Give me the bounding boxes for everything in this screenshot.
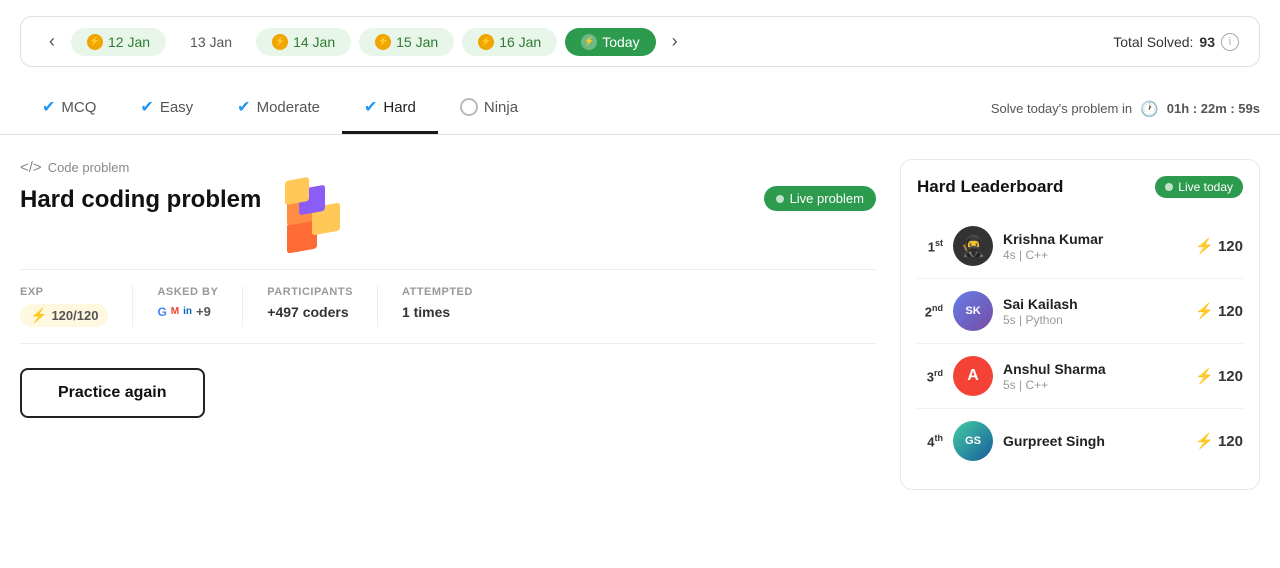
avatar-4: GS	[953, 421, 993, 461]
avatar-1: 🥷	[953, 226, 993, 266]
live-today-badge: Live today	[1155, 176, 1243, 198]
problem-title-area: Hard coding problem	[20, 186, 347, 251]
problem-title: Hard coding problem	[20, 186, 261, 214]
total-solved: Total Solved: 93 i	[1113, 33, 1239, 51]
lb-entry-3: 3rd A Anshul Sharma 5s | C++ ⚡ 120	[917, 344, 1243, 409]
coin-icon-jan12: ⚡	[87, 34, 103, 50]
lb-score-3: ⚡ 120	[1195, 367, 1243, 385]
date-item-today[interactable]: ⚡ Today	[565, 28, 655, 56]
tab-hard[interactable]: ✔ Hard	[342, 83, 438, 134]
meta-exp: EXP ⚡ 120/120	[20, 286, 133, 327]
lb-score-2: ⚡ 120	[1195, 302, 1243, 320]
date-item-jan13[interactable]: 13 Jan	[174, 28, 248, 56]
bolt-icon-lb4: ⚡	[1195, 432, 1214, 450]
check-icon-easy: ✔	[140, 97, 153, 117]
rank-1: 1st	[917, 238, 943, 254]
practice-again-button[interactable]: Practice again	[20, 368, 205, 418]
tab-ninja[interactable]: Ninja	[438, 84, 540, 133]
main-content: </> Code problem Hard coding problem Liv…	[0, 135, 1280, 514]
lb-info-3: Anshul Sharma 5s | C++	[1003, 361, 1185, 392]
date-nav-left: ‹ ⚡ 12 Jan 13 Jan ⚡ 14 Jan ⚡ 15 Jan ⚡ 16…	[41, 27, 686, 56]
rank-3: 3rd	[917, 368, 943, 384]
rank-2: 2nd	[917, 303, 943, 319]
tab-mcq[interactable]: ✔ MCQ	[20, 83, 118, 134]
date-item-jan15[interactable]: ⚡ 15 Jan	[359, 28, 454, 56]
tab-moderate[interactable]: ✔ Moderate	[215, 83, 342, 134]
tab-easy[interactable]: ✔ Easy	[118, 83, 215, 134]
avatar-3: A	[953, 356, 993, 396]
exp-badge: ⚡ 120/120	[20, 304, 108, 327]
meta-asked-by: Asked by G M in +9	[133, 286, 243, 327]
timer-area: Solve today's problem in 🕐 01h : 22m : 5…	[991, 100, 1260, 118]
lb-entry-4: 4th GS Gurpreet Singh ⚡ 120	[917, 409, 1243, 473]
lb-entry-1: 1st 🥷 Krishna Kumar 4s | C++ ⚡ 120	[917, 214, 1243, 279]
problem-header: Hard coding problem Live problem	[20, 186, 876, 251]
asked-icons: G M in	[157, 305, 192, 319]
participants-value: +497 coders	[267, 304, 353, 320]
bolt-icon-lb1: ⚡	[1195, 237, 1214, 255]
tabs-left: ✔ MCQ ✔ Easy ✔ Moderate ✔ Hard Ninja	[20, 83, 540, 134]
meta-attempted: Attempted 1 times	[378, 286, 497, 327]
leaderboard-title: Hard Leaderboard	[917, 177, 1063, 197]
exp-value: ⚡ 120/120	[20, 304, 108, 327]
meta-participants: Participants +497 coders	[243, 286, 378, 327]
coin-icon-jan16: ⚡	[478, 34, 494, 50]
coin-icon-jan14: ⚡	[272, 34, 288, 50]
bolt-icon-exp: ⚡	[30, 307, 47, 324]
date-navigation: ‹ ⚡ 12 Jan 13 Jan ⚡ 14 Jan ⚡ 15 Jan ⚡ 16…	[20, 16, 1260, 67]
lb-name-1: Krishna Kumar	[1003, 231, 1185, 247]
check-icon-mcq: ✔	[42, 97, 55, 117]
date-item-jan16[interactable]: ⚡ 16 Jan	[462, 28, 557, 56]
lb-entry-2: 2nd SK Sai Kailash 5s | Python ⚡ 120	[917, 279, 1243, 344]
live-dot-lb	[1165, 183, 1173, 191]
asked-by-value: G M in +9	[157, 304, 218, 319]
coin-icon-today: ⚡	[581, 34, 597, 50]
lb-sub-3: 5s | C++	[1003, 378, 1185, 392]
circle-icon-ninja	[460, 98, 478, 116]
problem-tabs: ✔ MCQ ✔ Easy ✔ Moderate ✔ Hard Ninja Sol…	[0, 83, 1280, 135]
next-arrow[interactable]: ›	[664, 27, 686, 56]
block-5	[285, 177, 309, 205]
info-icon[interactable]: i	[1221, 33, 1239, 51]
rank-4: 4th	[917, 433, 943, 449]
code-brackets-icon: </>	[20, 159, 42, 176]
lb-sub-2: 5s | Python	[1003, 313, 1185, 327]
problem-meta: EXP ⚡ 120/120 Asked by G M in +9	[20, 269, 876, 344]
company-logo-2: M	[171, 306, 179, 317]
leaderboard-panel: Hard Leaderboard Live today 1st 🥷 Krishn…	[900, 159, 1260, 490]
company-logo-3: in	[183, 306, 192, 317]
prev-arrow[interactable]: ‹	[41, 27, 63, 56]
bolt-icon-lb3: ⚡	[1195, 367, 1214, 385]
coin-icon-jan15: ⚡	[375, 34, 391, 50]
lb-info-2: Sai Kailash 5s | Python	[1003, 296, 1185, 327]
lb-score-4: ⚡ 120	[1195, 432, 1243, 450]
avatar-2: SK	[953, 291, 993, 331]
live-dot	[776, 195, 784, 203]
leaderboard-header: Hard Leaderboard Live today	[917, 176, 1243, 198]
lb-score-1: ⚡ 120	[1195, 237, 1243, 255]
lb-name-3: Anshul Sharma	[1003, 361, 1185, 377]
lb-name-2: Sai Kailash	[1003, 296, 1185, 312]
lb-name-4: Gurpreet Singh	[1003, 433, 1185, 449]
bolt-icon-lb2: ⚡	[1195, 302, 1214, 320]
problem-type-label: </> Code problem	[20, 159, 876, 176]
lb-sub-1: 4s | C++	[1003, 248, 1185, 262]
date-item-jan12[interactable]: ⚡ 12 Jan	[71, 28, 166, 56]
problem-visual	[277, 186, 347, 251]
timer-icon: 🕐	[1140, 100, 1159, 118]
check-icon-hard: ✔	[364, 97, 377, 117]
date-item-jan14[interactable]: ⚡ 14 Jan	[256, 28, 351, 56]
attempted-value: 1 times	[402, 304, 473, 320]
google-logo: G	[157, 305, 166, 319]
check-icon-moderate: ✔	[237, 97, 250, 117]
lb-info-1: Krishna Kumar 4s | C++	[1003, 231, 1185, 262]
problem-section: </> Code problem Hard coding problem Liv…	[20, 159, 876, 490]
lb-info-4: Gurpreet Singh	[1003, 433, 1185, 450]
live-problem-badge: Live problem	[764, 186, 876, 211]
